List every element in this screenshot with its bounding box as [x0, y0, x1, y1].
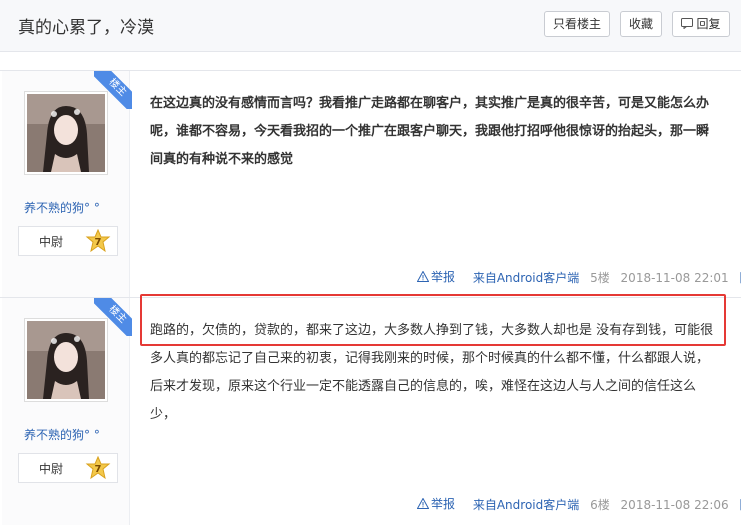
- report-link[interactable]: 举报: [417, 268, 462, 285]
- level-number: 7: [95, 237, 102, 248]
- header-gap: [0, 52, 741, 70]
- warning-icon: [417, 498, 429, 509]
- author-sidebar: 楼主 养不熟的狗° ° 中尉 7: [2, 71, 132, 297]
- favorite-label: 收藏: [628, 17, 653, 31]
- author-sidebar: 楼主 养不熟的狗° ° 中尉 7: [2, 298, 132, 525]
- level-star-icon: 7: [85, 229, 111, 253]
- floor-number: 6楼: [590, 498, 610, 512]
- avatar[interactable]: [24, 91, 108, 175]
- report-link[interactable]: 举报: [417, 495, 462, 512]
- post-time: 2018-11-08 22:06: [620, 498, 729, 512]
- reply-label: 回复: [696, 17, 721, 31]
- post-footer: 举报 来自Android客户端 5楼 2018-11-08 22:01 回复: [417, 268, 741, 286]
- username[interactable]: 养不熟的狗° °: [24, 426, 100, 443]
- rank-title: 中尉: [39, 235, 64, 249]
- rank-badge: 中尉 7: [18, 453, 118, 483]
- level-star-icon: 7: [85, 456, 111, 480]
- post-floor-6: 楼主 养不熟的狗° ° 中尉 7 跑路的，欠债的，贷款的，都来了这边，大多数人挣…: [0, 297, 741, 525]
- reply-icon: [681, 18, 694, 29]
- client-source-link[interactable]: 来自Android客户端: [473, 498, 579, 512]
- post-footer: 举报 来自Android客户端 6楼 2018-11-08 22:06 回复: [417, 495, 741, 513]
- avatar[interactable]: [24, 318, 108, 402]
- warning-icon: [417, 271, 429, 282]
- post-content: 跑路的，欠债的，贷款的，都来了这边，大多数人挣到了钱，大多数人却也是 没有存到钱…: [150, 323, 714, 422]
- rank-badge: 中尉 7: [18, 226, 118, 256]
- post-time: 2018-11-08 22:01: [620, 271, 729, 285]
- client-source-link[interactable]: 来自Android客户端: [473, 271, 579, 285]
- thread-title: 真的心累了，冷漠: [18, 18, 154, 38]
- reply-button[interactable]: 回复: [672, 11, 730, 37]
- username[interactable]: 养不熟的狗° °: [24, 199, 100, 216]
- thread-header: 真的心累了，冷漠 只看楼主 收藏 回复: [0, 0, 741, 52]
- report-label: 举报: [431, 270, 456, 284]
- post-content: 在这边真的没有感情而言吗？我看推广走路都在聊客户，其实推广是真的很辛苦，可是又能…: [150, 96, 710, 167]
- favorite-button[interactable]: 收藏: [620, 11, 662, 37]
- level-number: 7: [95, 464, 102, 475]
- rank-title: 中尉: [39, 462, 64, 476]
- only-author-label: 只看楼主: [552, 17, 601, 31]
- report-label: 举报: [431, 497, 456, 511]
- post-floor-5: 楼主 养不熟的狗° ° 中尉 7 在这边真的没有感情而言吗？我看推广走路都在聊客…: [0, 70, 741, 297]
- only-author-button[interactable]: 只看楼主: [544, 11, 610, 37]
- floor-number: 5楼: [590, 271, 610, 285]
